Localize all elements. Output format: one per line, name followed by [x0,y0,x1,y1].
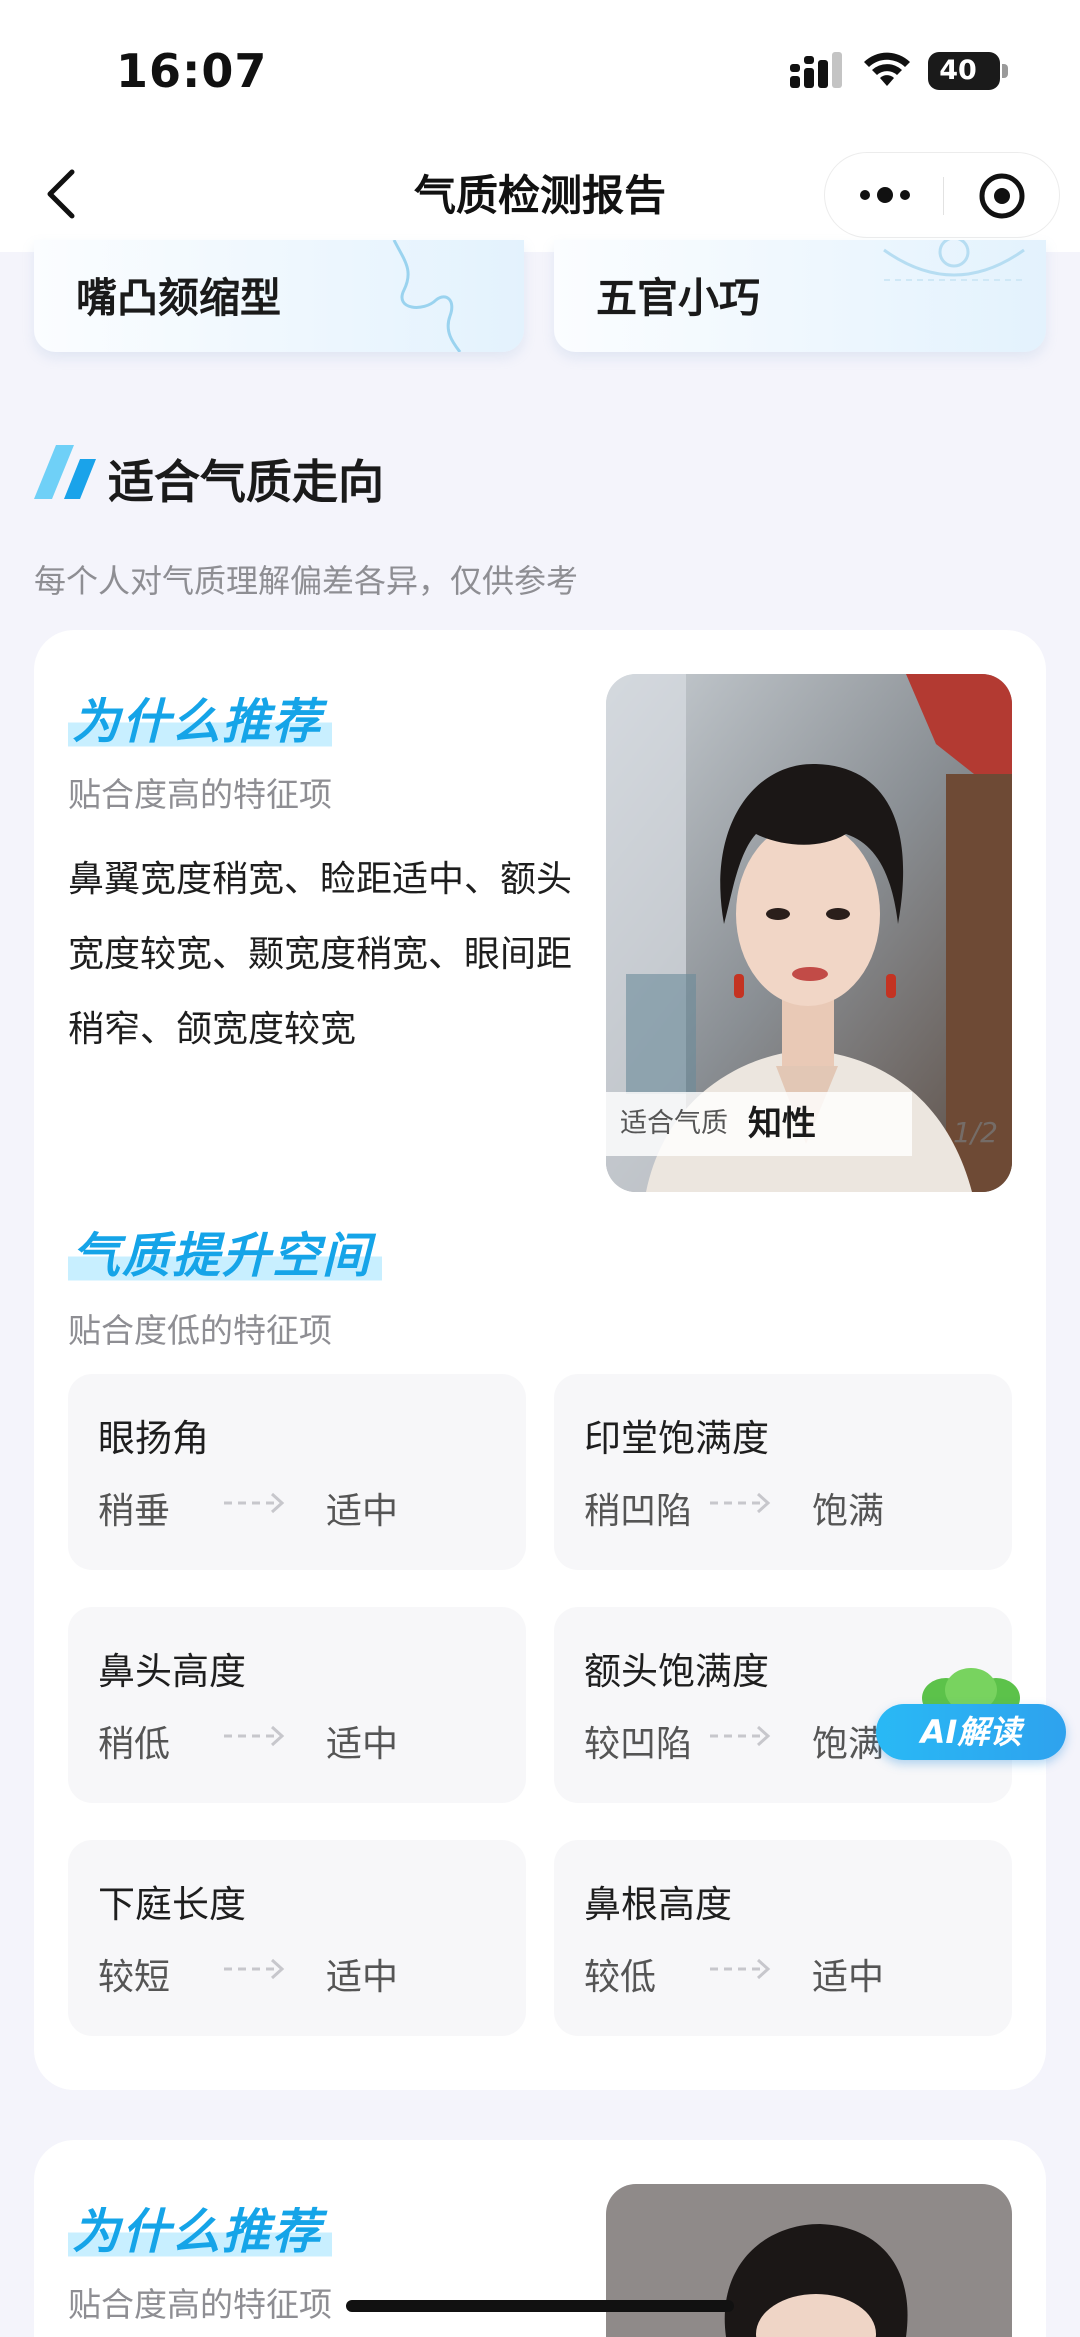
feature-card: 五官小巧 [554,240,1046,352]
section-slash-icon [34,445,96,499]
temperament-photo[interactable] [606,2184,1012,2337]
feature-name: 印堂饱满度 [584,1417,769,1460]
target-value: 饱满 [812,1491,885,1532]
dashed-arrow-icon [710,1492,771,1514]
temperament-tag-label: 适合气质 [620,1108,728,1139]
ai-button-label: AI解读 [920,1713,1022,1751]
section-subtitle: 每个人对气质理解偏差各异，仅供参考 [34,562,579,600]
dashed-arrow-icon [710,1958,771,1980]
current-value: 较凹陷 [584,1724,693,1765]
target-value: 适中 [326,1724,399,1765]
temperament-tag-value: 知性 [748,1104,816,1144]
current-value: 稍垂 [98,1491,171,1532]
temperament-photo[interactable]: 适合气质 知性 1/2 [606,674,1012,1192]
feature-name: 眼扬角 [98,1417,209,1460]
improvement-item: 眼扬角 稍垂 适中 [68,1374,526,1570]
target-value: 适中 [812,1957,885,1998]
improvement-title: 气质提升空间 [68,1216,383,1286]
status-time: 16:07 [116,44,268,98]
current-value: 较低 [584,1957,657,1998]
current-value: 较短 [98,1957,171,1998]
current-value: 稍凹陷 [584,1491,693,1532]
why-recommend-title: 为什么推荐 [68,2192,333,2262]
feature-card-label: 嘴凸颏缩型 [76,274,281,322]
why-recommend-title: 为什么推荐 [68,682,333,752]
dashed-arrow-icon [224,1492,285,1514]
target-value: 适中 [326,1491,399,1532]
dashed-arrow-icon [710,1725,771,1747]
battery-level: 40 [939,55,977,86]
more-options-icon[interactable] [855,175,915,215]
home-indicator[interactable] [346,2300,734,2312]
matching-features-text: 鼻翼宽度稍宽、睑距适中、额头宽度较宽、颞宽度稍宽、眼间距稍窄、颌宽度较宽 [68,859,573,1050]
portrait-image [606,2184,1012,2337]
improvement-item: 鼻头高度 稍低 适中 [68,1607,526,1803]
ai-interpret-button[interactable]: AI解读 [876,1668,1066,1760]
navigation-bar: 气质检测报告 [0,140,1080,252]
capsule-divider [943,177,944,215]
feature-name: 鼻根高度 [584,1883,732,1926]
improvement-item: 鼻根高度 较低 适中 [554,1840,1012,2036]
face-profile-icon [392,240,462,352]
dashed-arrow-icon [224,1725,285,1747]
photo-page-indicator: 1/2 [952,1116,998,1149]
battery-icon: 40 [928,52,1000,90]
mini-program-capsule [824,152,1060,238]
target-value: 适中 [326,1957,399,1998]
feature-name: 额头饱满度 [584,1650,769,1693]
section-title: 适合气质走向 [108,455,384,509]
target-value: 饱满 [812,1724,885,1765]
feature-name: 下庭长度 [98,1883,246,1926]
feature-name: 鼻头高度 [98,1650,246,1693]
back-arrow-icon[interactable] [40,162,84,226]
status-bar: 16:07 40 [0,0,1080,140]
cellular-signal-icon [790,52,842,88]
temperament-tag: 适合气质 知性 [606,1092,912,1156]
feature-card: 嘴凸颏缩型 [34,240,524,352]
why-recommend-subtitle: 贴合度高的特征项 [68,775,332,814]
improvement-item: 印堂饱满度 稍凹陷 饱满 [554,1374,1012,1570]
why-recommend-subtitle: 贴合度高的特征项 [68,2285,332,2324]
improvement-item: 下庭长度 较短 适中 [68,1840,526,2036]
dashed-arrow-icon [224,1958,285,1980]
eye-icon [883,240,1025,281]
feature-card-label: 五官小巧 [596,274,760,322]
current-value: 稍低 [98,1724,171,1765]
battery-cap [1002,64,1008,78]
improvement-subtitle: 贴合度低的特征项 [68,1311,332,1350]
close-target-icon[interactable] [977,171,1027,221]
wifi-icon [864,52,910,86]
